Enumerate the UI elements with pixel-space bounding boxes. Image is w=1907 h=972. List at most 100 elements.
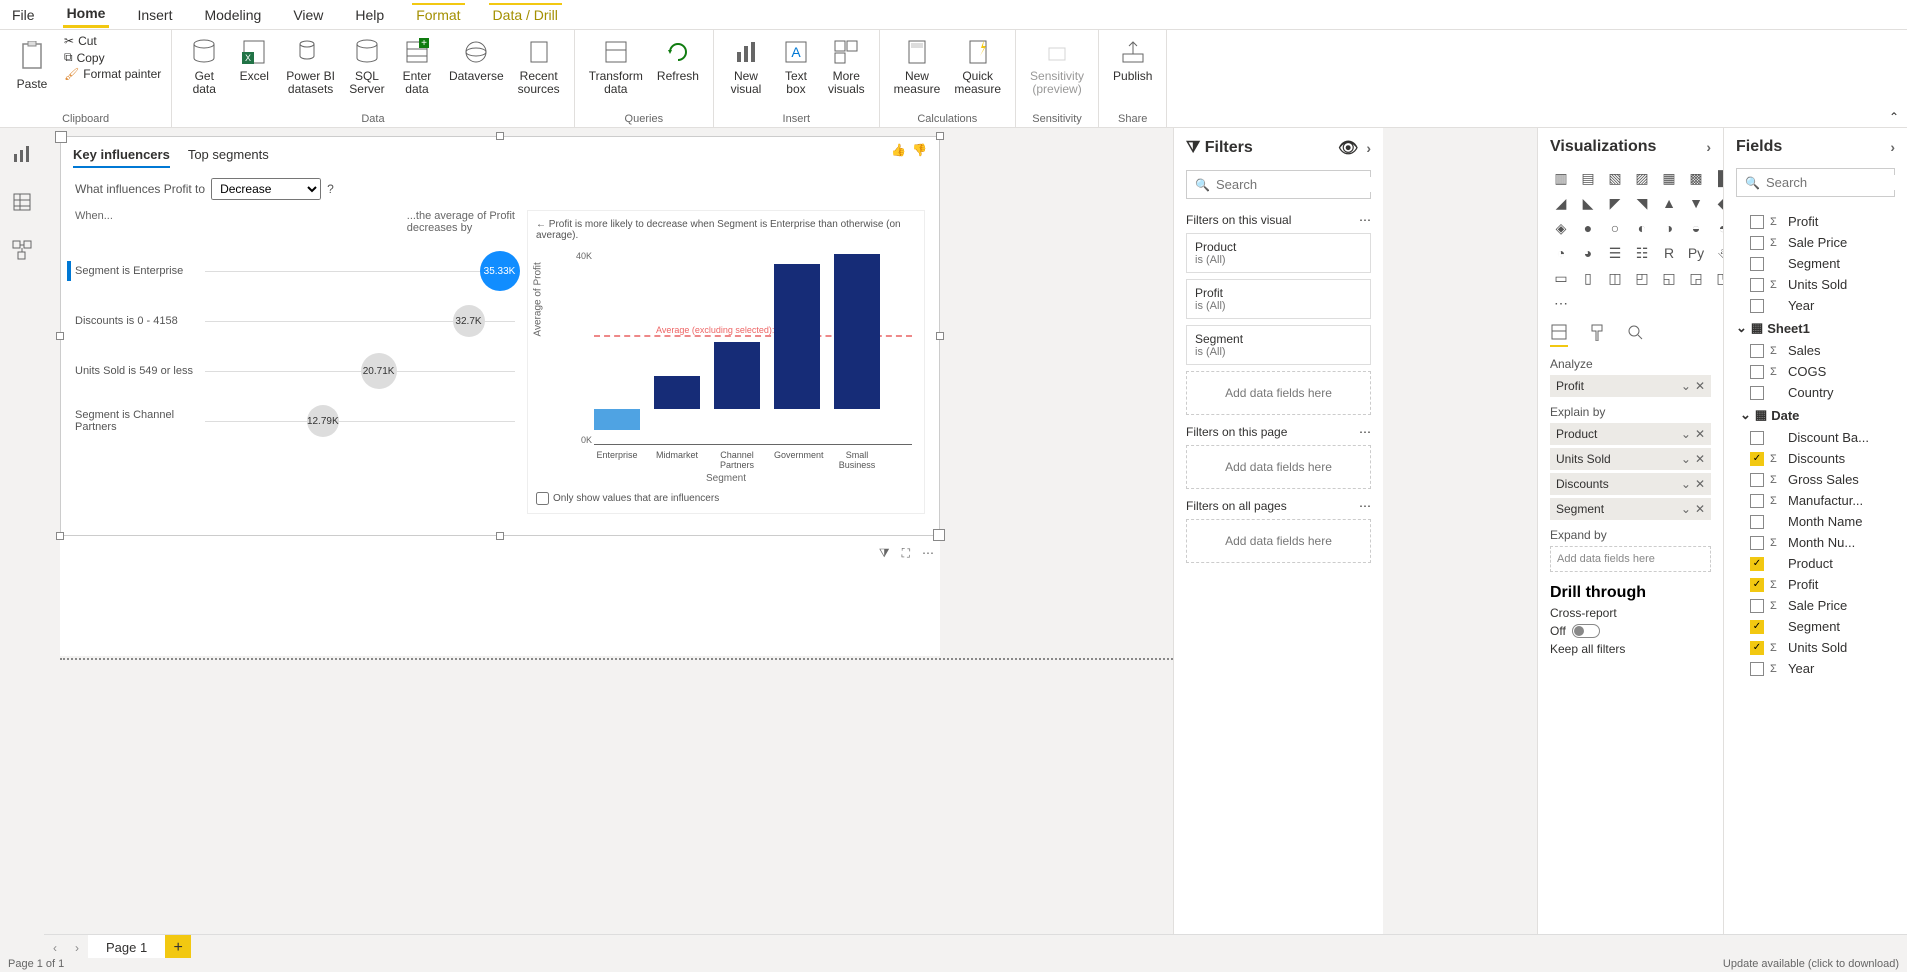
viz-type-button[interactable]: ▲ xyxy=(1658,193,1680,213)
field-item[interactable]: Year xyxy=(1736,295,1895,316)
chart-bar[interactable] xyxy=(654,376,700,409)
viz-type-button[interactable]: ◓ xyxy=(1712,218,1723,238)
field-checkbox[interactable] xyxy=(1750,473,1764,487)
viz-type-button[interactable]: ◔ xyxy=(1550,243,1572,263)
fields-search[interactable]: 🔍 xyxy=(1736,168,1895,197)
refresh-button[interactable]: Refresh xyxy=(653,34,703,85)
field-item[interactable]: Month Name xyxy=(1736,511,1895,532)
page-prev-button[interactable]: ‹ xyxy=(44,941,66,955)
focus-mode-icon[interactable]: ⛶ xyxy=(902,546,910,561)
filter-icon[interactable]: ⧩ xyxy=(879,546,890,561)
influencer-row[interactable]: Segment is Enterprise35.33K xyxy=(75,246,515,296)
field-item[interactable]: ΣProfit xyxy=(1736,574,1895,595)
field-well-item[interactable]: Product⌄✕ xyxy=(1550,423,1711,445)
cross-report-toggle[interactable] xyxy=(1572,624,1600,638)
new-measure-button[interactable]: New measure xyxy=(890,34,945,98)
report-canvas[interactable]: Key influencers Top segments 👍 👎 What in… xyxy=(44,128,1197,940)
viz-type-button[interactable]: ▩ xyxy=(1685,168,1707,188)
field-item[interactable]: ΣProfit xyxy=(1736,211,1895,232)
more-icon[interactable]: ⋯ xyxy=(1359,425,1371,439)
filter-card[interactable]: Productis (All) xyxy=(1186,233,1371,273)
collapse-pane-icon[interactable]: › xyxy=(1890,139,1895,155)
chevron-down-icon[interactable]: ⌄ xyxy=(1681,427,1691,441)
copy-button[interactable]: ⧉Copy xyxy=(64,50,161,65)
chevron-down-icon[interactable]: ⌄ xyxy=(1681,452,1691,466)
viz-type-button[interactable]: ◆ xyxy=(1712,193,1723,213)
field-checkbox[interactable] xyxy=(1750,452,1764,466)
influencer-row[interactable]: Segment is Channel Partners12.79K xyxy=(75,396,515,446)
more-icon[interactable]: ⋯ xyxy=(1359,499,1371,513)
new-visual-button[interactable]: New visual xyxy=(724,34,768,98)
field-checkbox[interactable] xyxy=(1750,236,1764,250)
viz-type-button[interactable]: ▼ xyxy=(1685,193,1707,213)
remove-icon[interactable]: ✕ xyxy=(1695,502,1705,516)
filters-page-add[interactable]: Add data fields here xyxy=(1186,445,1371,489)
field-well-item[interactable]: Discounts⌄✕ xyxy=(1550,473,1711,495)
viz-type-button[interactable]: ◥ xyxy=(1631,193,1653,213)
field-item[interactable]: ΣGross Sales xyxy=(1736,469,1895,490)
viz-type-button[interactable]: Py xyxy=(1685,243,1707,263)
get-data-button[interactable]: Get data xyxy=(182,34,226,98)
field-item[interactable]: ΣSale Price xyxy=(1736,232,1895,253)
report-view-button[interactable] xyxy=(8,140,36,168)
menu-data-drill[interactable]: Data / Drill xyxy=(489,3,562,27)
field-checkbox[interactable] xyxy=(1750,578,1764,592)
viz-type-button[interactable]: ▨ xyxy=(1631,168,1653,188)
chart-bar[interactable] xyxy=(774,264,820,409)
chevron-down-icon[interactable]: ⌄ xyxy=(1681,477,1691,491)
excel-button[interactable]: XExcel xyxy=(232,34,276,85)
filters-search-input[interactable] xyxy=(1216,177,1383,192)
field-checkbox[interactable] xyxy=(1750,515,1764,529)
viz-type-button[interactable]: ◒ xyxy=(1685,218,1707,238)
filters-all-add[interactable]: Add data fields here xyxy=(1186,519,1371,563)
remove-icon[interactable]: ✕ xyxy=(1695,427,1705,441)
menu-view[interactable]: View xyxy=(289,3,327,27)
add-page-button[interactable]: + xyxy=(165,935,191,961)
filters-visual-add[interactable]: Add data fields here xyxy=(1186,371,1371,415)
status-update-link[interactable]: Update available (click to download) xyxy=(1723,958,1899,972)
sql-server-button[interactable]: SQL Server xyxy=(345,34,389,98)
viz-type-button[interactable]: ☷ xyxy=(1631,243,1653,263)
paste-button[interactable]: Paste xyxy=(10,34,54,93)
cut-button[interactable]: ✂Cut xyxy=(64,34,161,48)
chevron-down-icon[interactable]: ⌄ xyxy=(1681,502,1691,516)
page-next-button[interactable]: › xyxy=(66,941,88,955)
data-view-button[interactable] xyxy=(8,188,36,216)
quick-measure-button[interactable]: Quick measure xyxy=(950,34,1005,98)
field-checkbox[interactable] xyxy=(1750,620,1764,634)
field-item[interactable]: ΣDiscounts xyxy=(1736,448,1895,469)
chart-bar[interactable] xyxy=(834,254,880,409)
field-checkbox[interactable] xyxy=(1750,386,1764,400)
expand-well-drop[interactable]: Add data fields here xyxy=(1550,546,1711,572)
field-item[interactable]: ΣCOGS xyxy=(1736,361,1895,382)
menu-modeling[interactable]: Modeling xyxy=(200,3,265,27)
publish-button[interactable]: Publish xyxy=(1109,34,1156,85)
viz-type-button[interactable]: ▦ xyxy=(1658,168,1680,188)
field-checkbox[interactable] xyxy=(1750,215,1764,229)
viz-type-button[interactable]: ⎀ xyxy=(1712,243,1723,263)
format-painter-button[interactable]: 🖌Format painter xyxy=(64,67,161,81)
filters-search[interactable]: 🔍 xyxy=(1186,170,1371,199)
field-well-item[interactable]: Profit⌄✕ xyxy=(1550,375,1711,397)
field-checkbox[interactable] xyxy=(1750,257,1764,271)
viz-type-button[interactable]: ▯ xyxy=(1577,268,1599,288)
menu-help[interactable]: Help xyxy=(351,3,388,27)
chevron-down-icon[interactable]: ⌄ xyxy=(1681,379,1691,393)
collapse-pane-icon[interactable]: › xyxy=(1366,140,1371,156)
field-item[interactable]: ΣUnits Sold xyxy=(1736,637,1895,658)
chart-bar[interactable] xyxy=(594,409,640,431)
table-date[interactable]: ⌄▦Date xyxy=(1740,403,1895,427)
question-help[interactable]: ? xyxy=(327,182,334,196)
dataverse-button[interactable]: Dataverse xyxy=(445,34,508,85)
field-checkbox[interactable] xyxy=(1750,278,1764,292)
viz-type-button[interactable]: ◳ xyxy=(1712,268,1723,288)
viz-type-button[interactable]: ◤ xyxy=(1604,193,1626,213)
field-checkbox[interactable] xyxy=(1750,662,1764,676)
page-tab-1[interactable]: Page 1 xyxy=(88,935,165,960)
viz-type-button[interactable]: ○ xyxy=(1604,218,1626,238)
field-item[interactable]: ΣSales xyxy=(1736,340,1895,361)
menu-home[interactable]: Home xyxy=(63,1,110,28)
viz-type-button[interactable]: ☰ xyxy=(1604,243,1626,263)
influencer-row[interactable]: Discounts is 0 - 415832.7K xyxy=(75,296,515,346)
field-item[interactable]: Product xyxy=(1736,553,1895,574)
